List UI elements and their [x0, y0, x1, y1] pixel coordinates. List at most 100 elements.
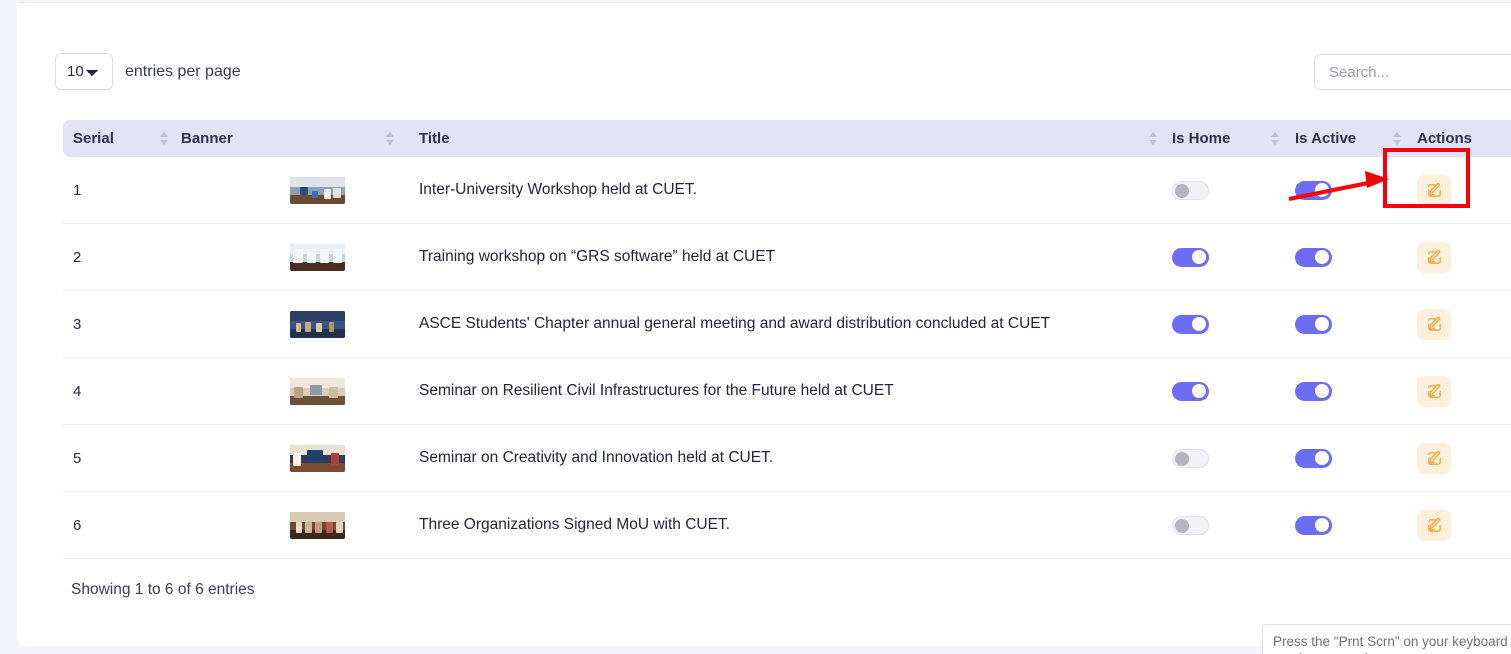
- cell-title: ASCE Students' Chapter annual general me…: [397, 291, 1160, 358]
- banner-thumbnail-icon[interactable]: [290, 444, 345, 472]
- title-value: Inter-University Workshop held at CUET.: [419, 181, 697, 198]
- sort-icon-banner[interactable]: [383, 132, 397, 145]
- title-value: ASCE Students' Chapter annual general me…: [419, 315, 1051, 332]
- cell-serial: 5: [63, 425, 171, 492]
- is-home-toggle[interactable]: [1172, 314, 1209, 334]
- banner-thumbnail-icon[interactable]: [290, 511, 345, 539]
- is-active-toggle[interactable]: [1295, 448, 1332, 468]
- search-input[interactable]: [1314, 54, 1511, 90]
- sort-icon-serial[interactable]: [157, 132, 171, 145]
- is-home-toggle[interactable]: [1172, 180, 1209, 200]
- cell-banner: [171, 157, 397, 224]
- cell-serial: 4: [63, 358, 171, 425]
- cell-is-home: [1160, 291, 1282, 358]
- column-label-banner: Banner: [181, 130, 233, 147]
- cell-title: Training workshop on “GRS software” held…: [397, 224, 1160, 291]
- cell-serial: 2: [63, 224, 171, 291]
- sort-icon-is-home[interactable]: [1268, 132, 1282, 145]
- title-value: Seminar on Resilient Civil Infrastructur…: [419, 382, 894, 399]
- page-root: 10 entries per page Serial Banner Title: [0, 0, 1511, 654]
- edit-button[interactable]: [1417, 509, 1451, 541]
- is-active-toggle[interactable]: [1295, 381, 1332, 401]
- cell-title: Inter-University Workshop held at CUET.: [397, 157, 1160, 224]
- table-header-row: Serial Banner Title Is Home Is Active Ac…: [63, 120, 1511, 157]
- table-row: 4 Seminar on Resilient Civil Infrastruct…: [63, 358, 1511, 425]
- cell-banner: [171, 358, 397, 425]
- table-showing-info: Showing 1 to 6 of 6 entries: [71, 581, 255, 598]
- cell-is-home: [1160, 157, 1282, 224]
- cell-serial: 6: [63, 492, 171, 559]
- cell-is-active: [1282, 291, 1404, 358]
- cell-title: Seminar on Resilient Civil Infrastructur…: [397, 358, 1160, 425]
- cell-banner: [171, 224, 397, 291]
- table-row: 5 Seminar on Creativity and Innovation h…: [63, 425, 1511, 492]
- cell-is-active: [1282, 224, 1404, 291]
- cell-is-home: [1160, 224, 1282, 291]
- cell-banner: [171, 492, 397, 559]
- cell-serial: 3: [63, 291, 171, 358]
- edit-button[interactable]: [1417, 442, 1451, 474]
- cell-actions: [1404, 358, 1511, 425]
- cell-banner: [171, 291, 397, 358]
- banner-thumbnail-icon[interactable]: [290, 310, 345, 338]
- datatable-card: 10 entries per page Serial Banner Title: [17, 2, 1511, 646]
- serial-value: 3: [73, 315, 82, 333]
- serial-value: 4: [73, 382, 82, 400]
- edit-button[interactable]: [1417, 308, 1451, 340]
- table-row: 3 ASCE Students' Chapter annual general …: [63, 291, 1511, 358]
- edit-button[interactable]: [1417, 241, 1451, 273]
- cell-title: Three Organizations Signed MoU with CUET…: [397, 492, 1160, 559]
- sort-icon-is-active[interactable]: [1390, 132, 1404, 145]
- is-active-toggle[interactable]: [1295, 314, 1332, 334]
- is-active-toggle[interactable]: [1295, 515, 1332, 535]
- is-active-toggle[interactable]: [1295, 247, 1332, 267]
- cell-actions: [1404, 425, 1511, 492]
- column-label-serial: Serial: [73, 130, 114, 147]
- is-home-toggle[interactable]: [1172, 515, 1209, 535]
- banners-table: Serial Banner Title Is Home Is Active Ac…: [63, 120, 1511, 559]
- cell-is-home: [1160, 425, 1282, 492]
- is-active-toggle[interactable]: [1295, 180, 1332, 200]
- cell-is-active: [1282, 358, 1404, 425]
- title-value: Three Organizations Signed MoU with CUET…: [419, 516, 730, 533]
- column-label-is-active: Is Active: [1295, 130, 1357, 147]
- is-home-toggle[interactable]: [1172, 381, 1209, 401]
- entries-per-page-control: 10 entries per page: [55, 53, 241, 90]
- table-row: 6 Three Organizations Signed MoU with CU…: [63, 492, 1511, 559]
- column-header-banner[interactable]: Banner: [171, 120, 397, 157]
- cell-is-home: [1160, 358, 1282, 425]
- column-header-serial[interactable]: Serial: [63, 120, 171, 157]
- cell-is-active: [1282, 492, 1404, 559]
- entries-per-page-select[interactable]: 10: [55, 53, 113, 90]
- serial-value: 6: [73, 516, 82, 534]
- column-label-title: Title: [419, 130, 450, 147]
- annotation-highlight-box: [1383, 148, 1470, 208]
- table-body: 1 Inter-University Workshop held at CUET…: [63, 157, 1511, 559]
- banner-thumbnail-icon[interactable]: [290, 176, 345, 204]
- table-toolbar: 10 entries per page: [17, 3, 1511, 113]
- column-label-is-home: Is Home: [1172, 130, 1231, 147]
- edit-button[interactable]: [1417, 375, 1451, 407]
- cell-serial: 1: [63, 157, 171, 224]
- banner-thumbnail-icon[interactable]: [290, 377, 345, 405]
- is-home-toggle[interactable]: [1172, 247, 1209, 267]
- cell-is-home: [1160, 492, 1282, 559]
- column-header-title[interactable]: Title: [397, 120, 1160, 157]
- cell-title: Seminar on Creativity and Innovation hel…: [397, 425, 1160, 492]
- cell-is-active: [1282, 425, 1404, 492]
- cell-banner: [171, 425, 397, 492]
- serial-value: 2: [73, 248, 82, 266]
- entries-per-page-label: entries per page: [125, 62, 241, 80]
- cell-actions: [1404, 492, 1511, 559]
- cell-actions: [1404, 224, 1511, 291]
- cell-actions: [1404, 291, 1511, 358]
- serial-value: 5: [73, 449, 82, 467]
- column-header-is-home[interactable]: Is Home: [1160, 120, 1282, 157]
- serial-value: 1: [73, 181, 82, 199]
- sort-icon-title[interactable]: [1146, 132, 1160, 145]
- table-row: 1 Inter-University Workshop held at CUET…: [63, 157, 1511, 224]
- column-label-actions: Actions: [1417, 130, 1473, 147]
- banner-thumbnail-icon[interactable]: [290, 243, 345, 271]
- title-value: Training workshop on “GRS software” held…: [419, 248, 776, 265]
- is-home-toggle[interactable]: [1172, 448, 1209, 468]
